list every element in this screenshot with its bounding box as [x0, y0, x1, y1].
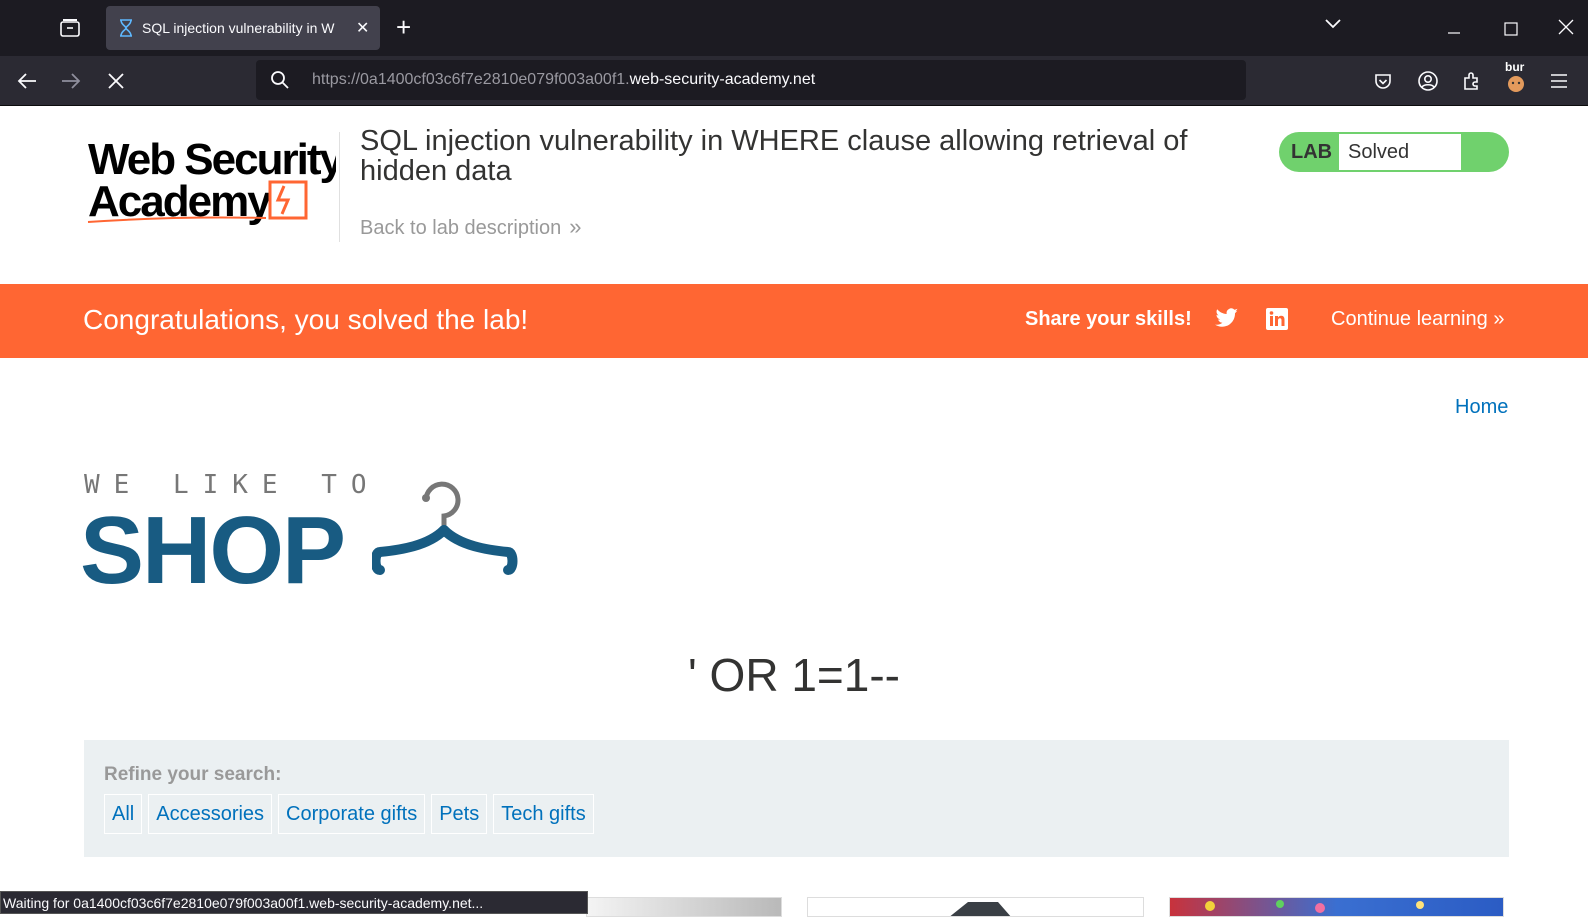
- stop-loading-icon[interactable]: [103, 68, 129, 94]
- refine-search-label: Refine your search:: [104, 764, 282, 785]
- browser-tab-bar: SQL injection vulnerability in W ✕ +: [0, 0, 1588, 56]
- category-filters: All Accessories Corporate gifts Pets Tec…: [104, 794, 594, 834]
- tab-overview-icon[interactable]: [56, 16, 84, 40]
- forward-arrow-icon[interactable]: [58, 68, 84, 94]
- shop-brand: SHOP: [80, 497, 346, 604]
- url-text: https://0a1400cf03c6f7e2810e079f003a00f1…: [312, 71, 816, 88]
- close-tab-icon[interactable]: ✕: [356, 18, 369, 38]
- minimize-icon[interactable]: [1448, 20, 1460, 41]
- continue-learning-link[interactable]: Continue learning »: [1331, 308, 1504, 331]
- address-bar[interactable]: https://0a1400cf03c6f7e2810e079f003a00f1…: [256, 60, 1246, 100]
- filter-accessories[interactable]: Accessories: [148, 794, 273, 834]
- active-tab[interactable]: SQL injection vulnerability in W ✕: [106, 6, 380, 50]
- linkedin-icon[interactable]: [1266, 308, 1288, 335]
- hanger-icon: [370, 470, 522, 587]
- double-chevron-right-icon: »: [569, 214, 582, 239]
- loading-hourglass-icon: [120, 19, 132, 37]
- tab-list-chevron-icon[interactable]: [1324, 14, 1342, 35]
- pocket-icon[interactable]: [1370, 68, 1396, 94]
- new-tab-button[interactable]: +: [396, 14, 411, 40]
- filter-tech-gifts[interactable]: Tech gifts: [493, 794, 594, 834]
- lab-title: SQL injection vulnerability in WHERE cla…: [360, 125, 1188, 187]
- maximize-icon[interactable]: [1504, 20, 1518, 41]
- filter-pets[interactable]: Pets: [431, 794, 488, 834]
- menu-hamburger-icon[interactable]: [1546, 68, 1572, 94]
- solved-banner: Congratulations, you solved the lab! Sha…: [0, 284, 1588, 358]
- home-link[interactable]: Home: [1455, 396, 1508, 419]
- share-skills-label: Share your skills!: [1025, 308, 1192, 330]
- tab-title: SQL injection vulnerability in W: [142, 20, 335, 36]
- product-image[interactable]: [586, 897, 782, 917]
- header-divider: [339, 132, 340, 242]
- lab-header: Web Security Academy SQL injection vulne…: [0, 106, 1588, 284]
- extensions-puzzle-icon[interactable]: [1459, 68, 1485, 94]
- product-image[interactable]: [1169, 897, 1504, 917]
- filter-all[interactable]: All: [104, 794, 143, 834]
- double-chevron-right-icon: »: [1493, 308, 1505, 330]
- browser-status-bar: Waiting for 0a1400cf03c6f7e2810e079f003a…: [0, 891, 588, 914]
- lab-status-value-box: Solved: [1339, 134, 1461, 170]
- congratulations-message: Congratulations, you solved the lab!: [83, 304, 529, 335]
- extension-badge: bur: [1505, 60, 1525, 74]
- web-security-academy-logo[interactable]: Web Security Academy: [86, 130, 346, 230]
- back-arrow-icon[interactable]: [14, 68, 40, 94]
- back-to-lab-description-link[interactable]: Back to lab description»: [360, 214, 581, 240]
- lab-status-label: LAB: [1291, 141, 1333, 163]
- search-term-heading: ' OR 1=1--: [687, 649, 900, 701]
- filter-corporate-gifts[interactable]: Corporate gifts: [278, 794, 426, 834]
- lab-status-value: Solved: [1348, 141, 1410, 163]
- lab-status-widget: LAB Solved: [1279, 132, 1509, 172]
- account-icon[interactable]: [1415, 68, 1441, 94]
- browser-nav-bar: https://0a1400cf03c6f7e2810e079f003a00f1…: [0, 56, 1588, 106]
- product-image[interactable]: [807, 897, 1144, 917]
- refine-search-panel: Refine your search: All Accessories Corp…: [84, 740, 1509, 857]
- burp-extension-icon[interactable]: bur: [1503, 60, 1529, 94]
- twitter-icon[interactable]: [1215, 308, 1239, 333]
- search-icon: [270, 70, 290, 95]
- window-close-icon[interactable]: [1558, 19, 1574, 40]
